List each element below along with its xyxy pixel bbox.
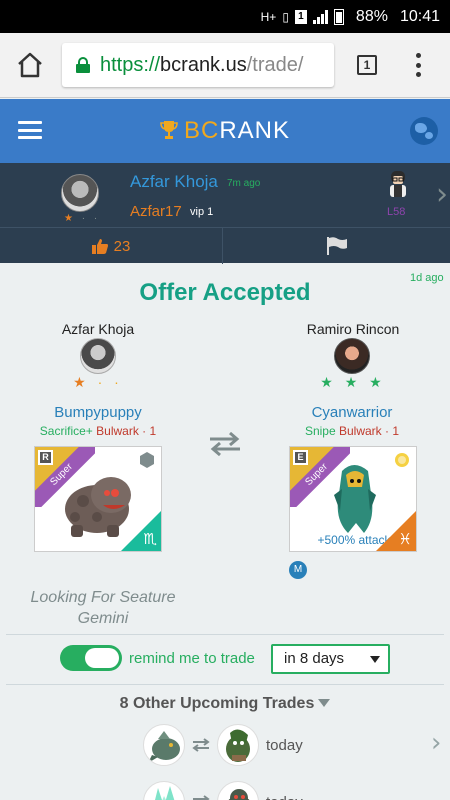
upcoming-trade-row[interactable]: today xyxy=(0,777,450,800)
like-button[interactable]: 23 xyxy=(0,228,222,264)
rarity-badge: E xyxy=(293,450,308,465)
light-element-icon xyxy=(395,453,409,467)
signal-icon xyxy=(312,9,328,24)
like-count: 23 xyxy=(113,237,131,255)
brand-part-2: RANK xyxy=(219,117,291,144)
trade-day: today xyxy=(266,794,303,800)
address-bar[interactable]: https://bcrank.us/trade/ xyxy=(62,43,334,87)
flag-icon xyxy=(326,237,347,255)
character-avatar-icon xyxy=(390,171,406,197)
requested-pet-thumbnail xyxy=(217,724,259,766)
vibrate-icon: ▯ xyxy=(282,9,289,24)
chevron-right-icon[interactable]: › xyxy=(431,728,441,758)
left-trader-avatar[interactable] xyxy=(80,338,116,374)
divider xyxy=(6,684,444,685)
looking-for-text: Looking For Seature Gemini xyxy=(30,589,176,627)
right-pet-name[interactable]: Cyanwarrior xyxy=(267,404,437,421)
reminder-label: remind me to trade xyxy=(129,650,255,667)
left-pet-tags: Sacrifice+ Bulwark · 1 xyxy=(39,424,157,438)
pisces-icon: ♓ xyxy=(398,530,412,548)
battery-percent: 88% xyxy=(355,7,388,25)
trade-day: today xyxy=(266,737,303,754)
network-type-label: H+ xyxy=(260,9,277,24)
caret-down-icon xyxy=(318,699,331,707)
url-path: /trade/ xyxy=(246,53,304,76)
app-header: BCRANK xyxy=(0,99,450,163)
m-badge: M xyxy=(289,561,307,579)
left-pet-card[interactable]: Super R ♏ xyxy=(34,446,162,552)
requested-pet-thumbnail xyxy=(217,781,259,800)
lock-icon xyxy=(76,57,90,73)
offer-status-title: Offer Accepted xyxy=(139,279,311,306)
left-trader-stars: ★ · · xyxy=(73,374,123,390)
browser-toolbar: https://bcrank.us/trade/ 1 xyxy=(0,33,450,98)
left-pet-name[interactable]: Bumpypuppy xyxy=(13,404,183,421)
poster-level: L58 xyxy=(387,206,406,218)
brand-logo[interactable]: BCRANK xyxy=(0,117,450,145)
trade-poster-card[interactable]: ★ · · Azfar Khoja 7m ago Azfar17 vip 1 L… xyxy=(0,163,450,227)
status-icons: H+ ▯ 1 xyxy=(260,8,344,25)
right-pet-tags: Snipe Bulwark · 1 xyxy=(304,424,400,438)
dropdown-caret-icon xyxy=(370,656,380,663)
overflow-menu-icon[interactable] xyxy=(414,53,422,77)
poster-vip: vip 1 xyxy=(190,206,214,218)
tab-switcher-button[interactable]: 1 xyxy=(357,55,377,75)
status-bar: H+ ▯ 1 88% 10:41 xyxy=(0,0,450,33)
right-trader-avatar[interactable] xyxy=(334,338,370,374)
poster-avatar[interactable] xyxy=(61,174,99,212)
url-scheme: https:// xyxy=(100,53,161,76)
report-button[interactable] xyxy=(223,228,450,264)
swap-arrows-icon xyxy=(192,738,210,752)
right-pet-card[interactable]: Super E +500% attack ♓ xyxy=(289,446,417,552)
chevron-right-icon[interactable]: › xyxy=(436,177,448,212)
right-trader-stars: ★ ★ ★ xyxy=(320,374,386,390)
url-host: bcrank.us xyxy=(160,53,247,76)
upcoming-trade-row[interactable]: today › xyxy=(0,720,450,770)
poster-rank-stars: ★ · · xyxy=(64,213,101,224)
trophy-icon xyxy=(160,121,178,139)
right-trader-name[interactable]: Ramiro Rincon xyxy=(273,321,433,337)
poster-name[interactable]: Azfar Khoja xyxy=(130,172,218,192)
reminder-days-select[interactable]: in 8 days xyxy=(271,644,390,674)
brand-part-1: BC xyxy=(183,117,220,144)
poster-time-ago: 7m ago xyxy=(227,178,261,189)
left-trader-name[interactable]: Azfar Khoja xyxy=(18,321,178,337)
thumbs-up-icon xyxy=(91,238,108,254)
globe-icon[interactable] xyxy=(410,117,438,145)
offered-pet-thumbnail xyxy=(143,781,185,800)
upcoming-trades-toggle[interactable]: 8 Other Upcoming Trades xyxy=(0,695,450,713)
rarity-badge: R xyxy=(38,450,53,465)
scorpio-icon: ♏ xyxy=(143,530,157,548)
poster-username[interactable]: Azfar17 xyxy=(130,203,182,220)
reminder-toggle[interactable] xyxy=(60,645,122,671)
swap-arrows-icon xyxy=(210,432,240,456)
battery-icon xyxy=(333,8,344,25)
sim-icon: 1 xyxy=(294,9,307,24)
stone-element-icon xyxy=(140,452,154,468)
poster-action-bar: 23 xyxy=(0,227,450,264)
divider xyxy=(6,634,444,635)
swap-arrows-icon xyxy=(193,795,210,800)
home-icon[interactable] xyxy=(16,51,44,79)
clock: 10:41 xyxy=(399,7,440,25)
offered-pet-thumbnail xyxy=(143,724,185,766)
